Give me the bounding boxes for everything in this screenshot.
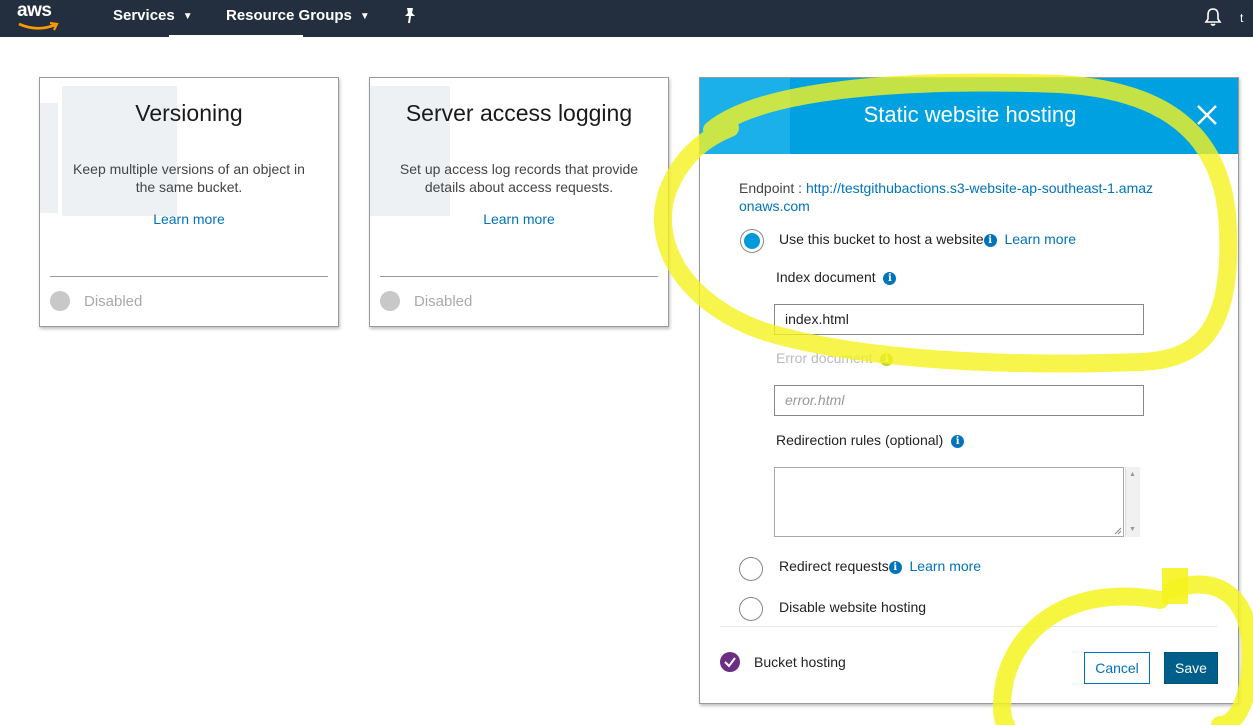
endpoint: Endpoint : http://testgithubactions.s3-w… (739, 179, 1159, 215)
redirection-rules-label-row: Redirection rules (optional) i (776, 432, 965, 448)
scroll-down-icon[interactable]: ▼ (1129, 526, 1136, 533)
divider (720, 626, 1217, 627)
host-website-option: Use this bucket to host a website i Learn… (779, 231, 1076, 247)
info-icon[interactable]: i (951, 435, 965, 448)
aws-logo-text: aws (17, 0, 52, 21)
index-document-label: Index document (776, 269, 876, 285)
static-website-hosting-panel: Static website hosting Endpoint : http:/… (699, 77, 1239, 704)
chevron-down-icon: ▼ (182, 10, 193, 22)
redirect-requests-radio[interactable] (739, 557, 763, 581)
card-title: Server access logging (405, 100, 633, 126)
learn-more-link[interactable]: Learn more (910, 558, 982, 574)
scroll-up-icon[interactable]: ▲ (1129, 471, 1136, 478)
cancel-button[interactable]: Cancel (1084, 652, 1150, 684)
redirection-rules-label: Redirection rules (optional) (776, 432, 944, 448)
card-description: Keep multiple versions of an object in t… (73, 161, 305, 195)
top-nav-bar: aws Services ▼ Resource Groups ▼ t (0, 0, 1253, 37)
index-document-input[interactable]: index.html (774, 304, 1144, 335)
services-menu[interactable]: Services ▼ (113, 7, 193, 24)
learn-more-link[interactable]: Learn more (1004, 231, 1076, 247)
endpoint-label: Endpoint : (739, 180, 806, 196)
pin-icon[interactable] (402, 7, 418, 25)
aws-logo[interactable]: aws (17, 0, 61, 32)
error-document-input[interactable]: error.html (774, 385, 1144, 416)
learn-more-link[interactable]: Learn more (370, 211, 668, 227)
save-button[interactable]: Save (1164, 652, 1218, 684)
bucket-hosting-label: Bucket hosting (754, 654, 846, 670)
status-disabled-icon (50, 291, 70, 311)
nav-underline (169, 35, 303, 37)
redirection-rules-textarea[interactable] (774, 467, 1124, 537)
divider (50, 276, 328, 277)
panel-header: Static website hosting (700, 78, 1238, 154)
card-title: Versioning (135, 100, 243, 126)
redirect-requests-label: Redirect requests (779, 558, 889, 574)
panel-title: Static website hosting (863, 102, 1077, 127)
scrollbar[interactable]: ▲ ▼ (1125, 467, 1140, 537)
resource-groups-label: Resource Groups (226, 7, 352, 24)
status-text: Disabled (414, 293, 473, 310)
disable-hosting-label: Disable website hosting (779, 599, 927, 615)
server-access-logging-card[interactable]: Server access logging Set up access log … (369, 77, 669, 327)
learn-more-link[interactable]: Learn more (40, 211, 338, 227)
error-document-label-row: Error document i (776, 350, 894, 366)
host-website-label: Use this bucket to host a website (779, 231, 984, 247)
host-website-radio[interactable] (740, 229, 764, 253)
resource-groups-menu[interactable]: Resource Groups ▼ (226, 7, 370, 24)
user-menu[interactable]: t (1240, 11, 1243, 25)
status-disabled-icon (380, 291, 400, 311)
info-icon[interactable]: i (888, 561, 902, 574)
info-icon[interactable]: i (880, 353, 894, 366)
services-label: Services (113, 7, 175, 24)
error-document-label: Error document (776, 350, 873, 366)
aws-smile-icon (18, 22, 59, 31)
resize-handle-icon[interactable] (1113, 526, 1122, 535)
status-text: Disabled (84, 293, 143, 310)
close-icon[interactable] (1196, 104, 1218, 126)
bell-icon[interactable] (1203, 7, 1223, 27)
info-icon[interactable]: i (983, 234, 997, 247)
versioning-card[interactable]: Versioning Keep multiple versions of an … (39, 77, 339, 327)
info-icon[interactable]: i (883, 272, 897, 285)
chevron-down-icon: ▼ (359, 10, 370, 22)
redirect-requests-option: Redirect requests i Learn more (779, 558, 981, 574)
index-document-label-row: Index document i (776, 269, 897, 285)
divider (380, 276, 658, 277)
bucket-hosting-check-icon (720, 652, 740, 672)
card-description: Set up access log records that provide d… (399, 161, 639, 195)
disable-hosting-radio[interactable] (739, 597, 763, 621)
